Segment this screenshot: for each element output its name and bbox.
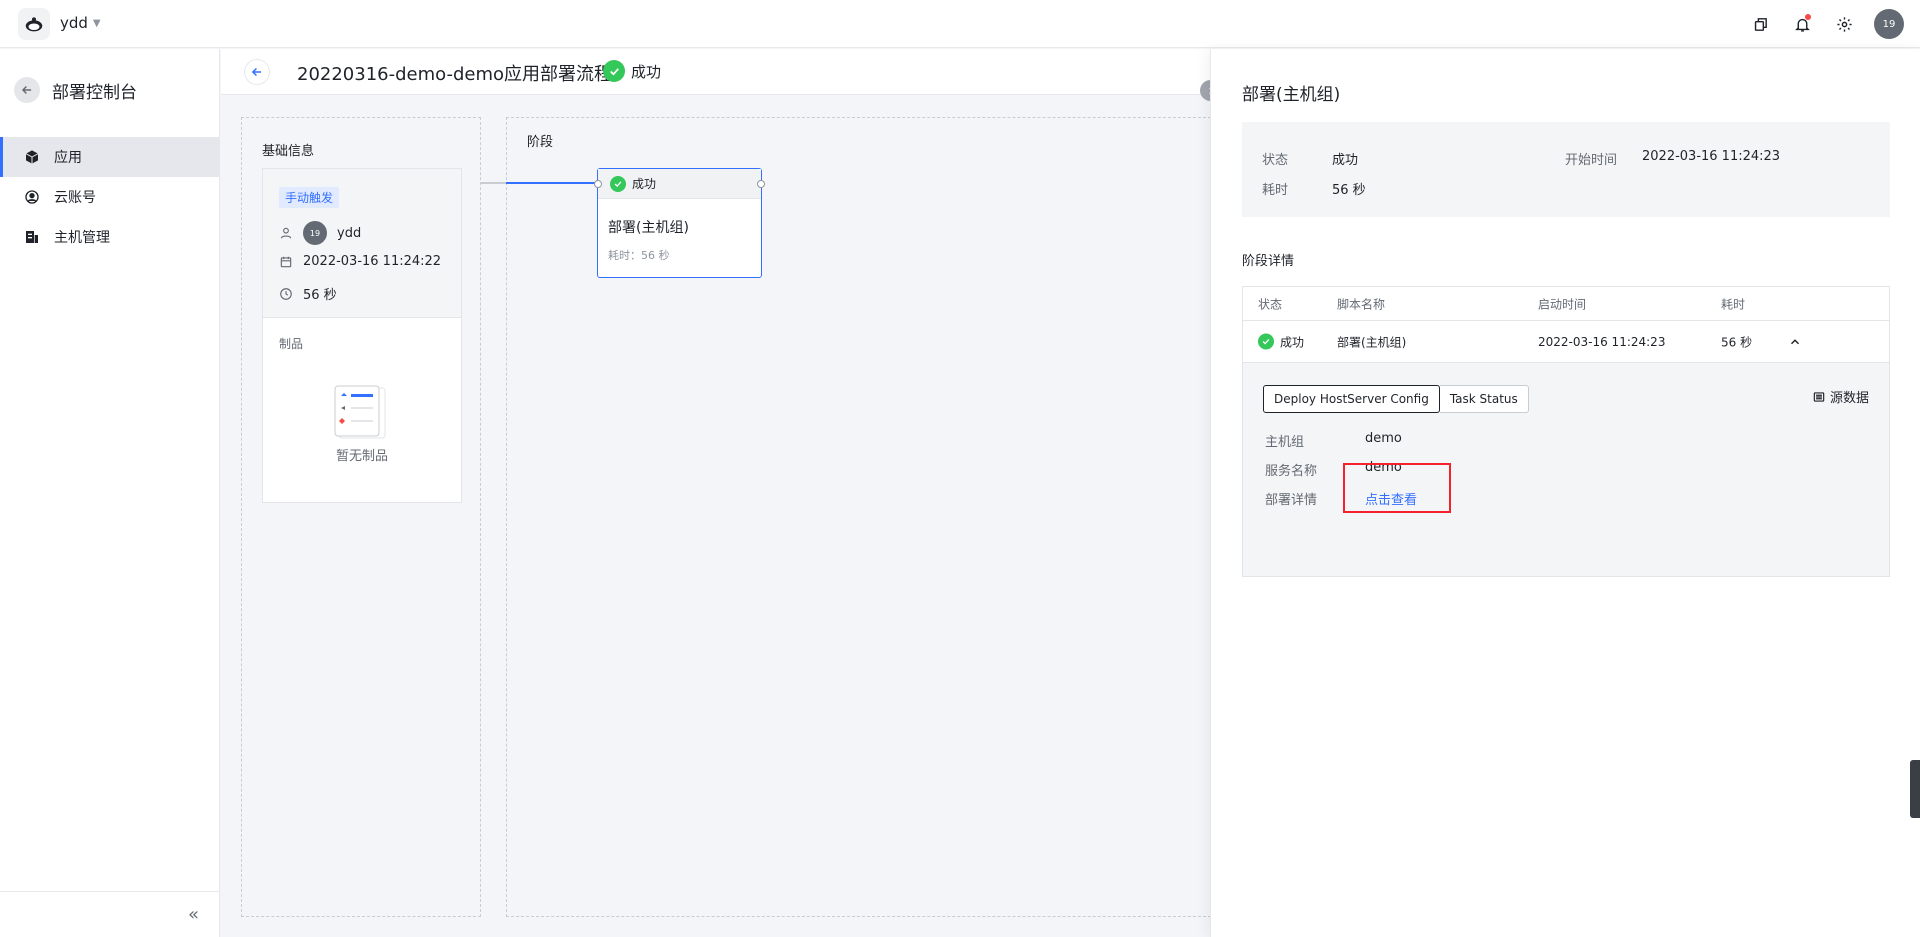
summary-status-value: 成功	[1332, 153, 1359, 168]
stage-detail-table: 状态 脚本名称 启动时间 耗时 成功 部署(主机组) 2022-03-16 11…	[1242, 286, 1890, 577]
column-header: 耗时	[1721, 297, 1746, 311]
empty-artifacts-text: 暂无制品	[335, 449, 388, 464]
check-circle-icon	[603, 60, 625, 82]
check-circle-icon	[1258, 333, 1274, 350]
stage-details-title: 阶段详情	[1242, 254, 1295, 269]
account-icon	[25, 190, 39, 204]
server-icon	[26, 231, 38, 243]
summary-start-label: 开始时间	[1565, 153, 1618, 168]
empty-artifact-icon	[334, 385, 386, 439]
side-floating-widget[interactable]	[1910, 760, 1920, 818]
bell-icon[interactable]	[1790, 12, 1814, 36]
detail-label: 服务名称	[1265, 464, 1318, 479]
user-icon	[280, 227, 292, 239]
user-avatar[interactable]: 19	[1874, 9, 1904, 39]
sidebar-item-host-management[interactable]: 主机管理	[0, 217, 219, 257]
sidebar-item-cloud-account[interactable]: 云账号	[0, 177, 219, 217]
stage-card-time: 耗时：56 秒	[608, 249, 670, 262]
row-duration: 56 秒	[1721, 335, 1753, 349]
notification-dot	[1805, 14, 1811, 20]
check-circle-icon	[610, 175, 626, 192]
stage-card[interactable]: 成功 部署(主机组) 耗时：56 秒	[594, 168, 765, 278]
column-header: 状态	[1258, 297, 1283, 311]
raw-data-button[interactable]: 源数据	[1812, 387, 1869, 406]
window-icon[interactable]	[1748, 12, 1772, 36]
detail-label: 部署详情	[1265, 493, 1318, 508]
summary-duration-value: 56 秒	[1332, 183, 1366, 198]
cube-icon	[25, 150, 39, 164]
sidebar: 部署控制台 应用 云账号 主机管理 «	[0, 49, 220, 937]
status-badge: 成功	[603, 60, 661, 82]
back-button[interactable]	[245, 60, 269, 84]
summary-duration-label: 耗时	[1262, 183, 1289, 198]
status-text: 成功	[631, 62, 662, 81]
stage-card-name: 部署(主机组)	[608, 220, 689, 236]
org-name: ydd	[60, 14, 88, 32]
trigger-tag: 手动触发	[279, 187, 340, 208]
summary-start-value: 2022-03-16 11:24:23	[1642, 149, 1781, 164]
row-expanded-detail: Deploy HostServer Config Task Status 源数据…	[1243, 363, 1889, 576]
highlight-annotation-box	[1343, 463, 1451, 513]
input-port	[594, 180, 602, 188]
sidebar-item-label: 应用	[54, 150, 82, 166]
app-logo-icon[interactable]	[18, 8, 50, 40]
stage-card-status: 成功	[632, 177, 657, 191]
detail-value: demo	[1365, 431, 1402, 446]
trigger-date: 2022-03-16 11:24:22	[303, 254, 442, 269]
drawer-title: 部署(主机组)	[1242, 85, 1341, 105]
artifacts-label: 制品	[279, 337, 304, 351]
column-header: 启动时间	[1538, 297, 1587, 311]
basic-info-label: 基础信息	[262, 144, 315, 159]
document-icon	[1813, 391, 1825, 402]
chevron-up-icon[interactable]	[1788, 335, 1802, 349]
total-duration: 56 秒	[303, 288, 337, 303]
sidebar-item-label: 云账号	[54, 190, 96, 206]
calendar-icon	[280, 256, 292, 267]
output-port	[757, 180, 765, 188]
sidebar-collapse-button[interactable]: «	[0, 891, 219, 937]
pipeline-connector	[481, 182, 597, 184]
row-script-name: 部署(主机组)	[1337, 335, 1407, 349]
org-switcher[interactable]: ydd ▼	[60, 14, 101, 32]
table-header: 状态 脚本名称 启动时间 耗时	[1243, 287, 1889, 321]
stage-detail-drawer: 部署(主机组) 状态 成功 开始时间 2022-03-16 11:24:23 耗…	[1210, 49, 1920, 937]
top-bar: ydd ▼ 19	[0, 0, 1920, 48]
row-start-time: 2022-03-16 11:24:23	[1538, 334, 1666, 349]
sidebar-title: 部署控制台	[52, 82, 137, 103]
tab-task-status[interactable]: Task Status	[1439, 385, 1529, 413]
page-header: 20220316-demo-demo应用部署流程 成功	[221, 49, 1211, 95]
summary-status-label: 状态	[1262, 153, 1289, 168]
table-row[interactable]: 成功 部署(主机组) 2022-03-16 11:24:23 56 秒	[1243, 321, 1889, 363]
tab-deploy-hostserver-config[interactable]: Deploy HostServer Config	[1263, 385, 1440, 413]
detail-label: 主机组	[1265, 435, 1305, 450]
column-header: 脚本名称	[1337, 297, 1386, 311]
raw-data-label: 源数据	[1829, 391, 1869, 406]
avatar: 19	[303, 221, 327, 245]
arrow-left-icon	[251, 67, 262, 77]
page-title: 20220316-demo-demo应用部署流程	[297, 64, 613, 85]
chevron-down-icon: ▼	[92, 17, 101, 29]
gear-icon[interactable]	[1832, 12, 1856, 36]
back-arrow-icon[interactable]	[14, 77, 40, 103]
sidebar-item-label: 主机管理	[54, 230, 110, 246]
summary-box: 状态 成功 开始时间 2022-03-16 11:24:23 耗时 56 秒	[1242, 122, 1890, 217]
sidebar-item-apps[interactable]: 应用	[0, 137, 219, 177]
double-chevron-left-icon: «	[187, 904, 199, 925]
row-status: 成功	[1280, 335, 1305, 349]
basic-info-card: 手动触发 19 ydd 2022-03-16 11:24:22 56 秒 制品 …	[262, 168, 462, 503]
stage-label: 阶段	[527, 135, 554, 150]
detail-tabs: Deploy HostServer Config Task Status	[1263, 385, 1529, 413]
clock-icon	[280, 287, 292, 300]
trigger-user: ydd	[337, 225, 362, 241]
